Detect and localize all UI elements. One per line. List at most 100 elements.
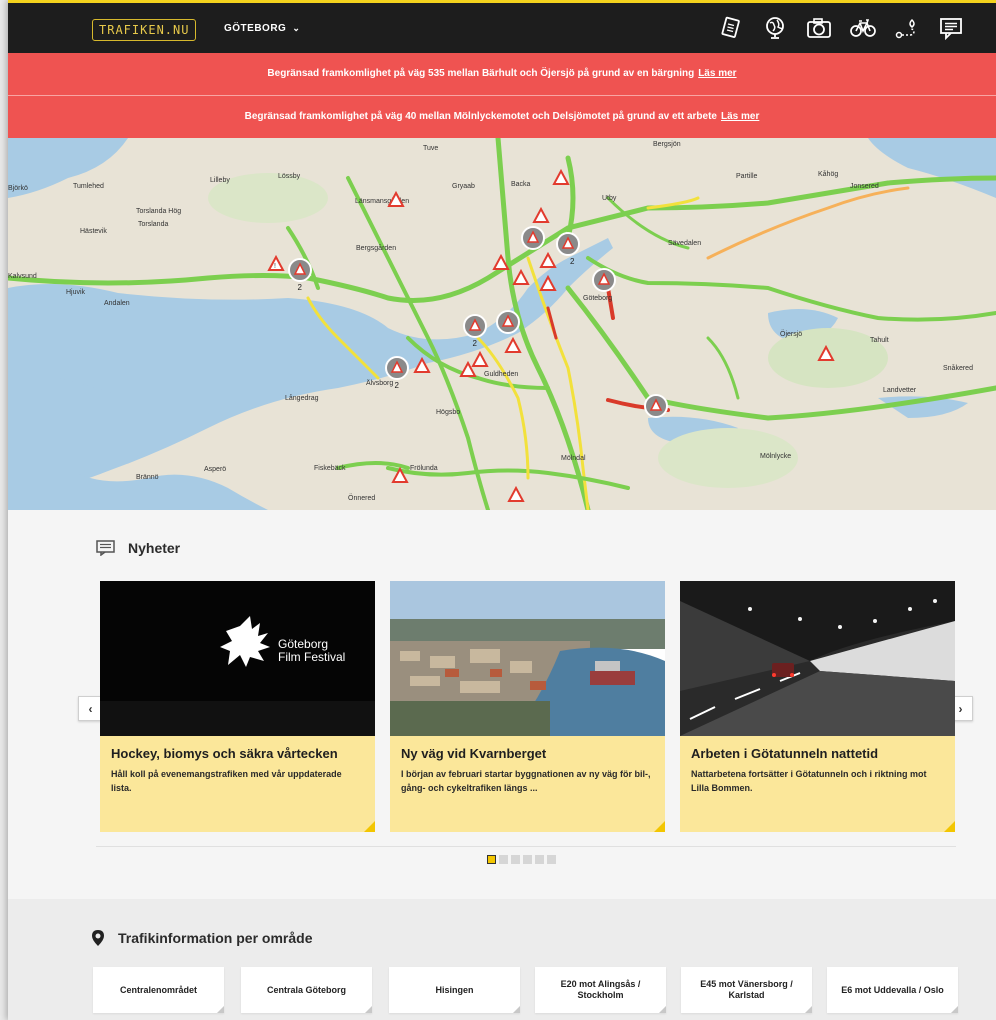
card-corner (364, 821, 375, 832)
place-label: Bergsjön (653, 141, 681, 148)
news-card[interactable]: Arbeten i Götatunneln nattetid Nattarbet… (680, 581, 955, 832)
pagination-dot[interactable] (523, 855, 532, 864)
pagination-dot[interactable] (511, 855, 520, 864)
news-excerpt: Nattarbetena fortsätter i Götatunneln oc… (691, 769, 927, 793)
place-label: Långedrag (285, 394, 319, 402)
area-button[interactable]: Centralenområdet (93, 967, 224, 1013)
divider (96, 846, 956, 847)
header-icons (716, 14, 966, 42)
read-more-link[interactable]: Läs mer (721, 111, 759, 122)
news-card[interactable]: Göteborg Film Festival Hockey, biomys oc… (100, 581, 375, 832)
news-icon[interactable] (716, 14, 746, 42)
place-label: Hästevik (80, 228, 107, 235)
card-corner (365, 1006, 372, 1013)
news-card[interactable]: Ny väg vid Kvarnberget I början av febru… (390, 581, 665, 832)
place-label: Landvetter (883, 387, 917, 394)
area-label: E20 mot Alingsås / Stockholm (560, 979, 641, 1000)
festival-name: Göteborg Film Festival (278, 638, 345, 664)
place-label: Mölndal (561, 455, 586, 462)
traffic-info-header: Trafikinformation per område (92, 930, 312, 946)
place-label: Önnered (348, 494, 375, 502)
news-excerpt: I början av februari startar byggnatione… (401, 769, 651, 793)
card-corner (217, 1006, 224, 1013)
place-label: Björkö (8, 185, 28, 192)
place-label: Tuve (423, 145, 438, 152)
place-label: Torslanda Hög (136, 208, 181, 215)
place-label: Jonsered (850, 183, 879, 190)
area-button[interactable]: E6 mot Uddevalla / Oslo (827, 967, 958, 1013)
top-bar: TRAFIKEN.NU GÖTEBORG ⌄ (8, 0, 996, 53)
news-image (680, 581, 955, 736)
place-label: Asperö (204, 466, 226, 473)
place-label: Sävedalen (668, 240, 701, 247)
place-label: Lössby (278, 173, 301, 180)
card-corner (513, 1006, 520, 1013)
area-label: E6 mot Uddevalla / Oslo (841, 984, 944, 995)
pagination-dot[interactable] (499, 855, 508, 864)
bicycle-icon[interactable] (848, 14, 878, 42)
pagination-dot[interactable] (535, 855, 544, 864)
pagination-dot[interactable] (547, 855, 556, 864)
card-corner (805, 1006, 812, 1013)
map-canvas[interactable]: Björkö Tumlehed Lilleby Lössby Tuve Berg… (8, 138, 996, 510)
lake (868, 138, 996, 198)
news-title: Hockey, biomys och säkra vårtecken (111, 746, 338, 761)
place-label: Frölunda (410, 465, 438, 472)
news-card-body: Arbeten i Götatunneln nattetid Nattarbet… (680, 736, 955, 832)
cluster-count: 2 (570, 257, 575, 266)
place-label: Högsbo (436, 409, 460, 416)
place-label: Tumlehed (73, 183, 104, 190)
place-label: Öjersjö (780, 330, 802, 338)
camera-icon[interactable] (804, 14, 834, 42)
place-label: Andalen (104, 300, 130, 307)
place-label: Tahult (870, 337, 889, 344)
news-title: Arbeten i Götatunneln nattetid (691, 746, 879, 761)
section-title: Nyheter (128, 540, 181, 556)
carousel-pagination (487, 855, 556, 864)
card-corner (654, 821, 665, 832)
card-corner (659, 1006, 666, 1013)
news-card-body: Hockey, biomys och säkra vårtecken Håll … (100, 736, 375, 832)
area-label: Centrala Göteborg (266, 984, 346, 995)
location-pin-icon (92, 930, 104, 946)
alert-text: Begränsad framkomlighet på väg 535 mella… (267, 68, 695, 79)
area-button[interactable]: Centrala Göteborg (241, 967, 372, 1013)
read-more-link[interactable]: Läs mer (698, 68, 736, 79)
cluster-count: 2 (473, 339, 478, 348)
tunnel-photo (680, 581, 955, 736)
place-label: Torslanda (138, 221, 168, 228)
place-label: Guldheden (484, 371, 518, 378)
place-label: Partille (736, 173, 758, 180)
city-label: GÖTEBORG (224, 23, 287, 34)
place-label: Brännö (136, 474, 159, 481)
route-icon[interactable] (892, 14, 922, 42)
message-icon (96, 540, 115, 556)
traffic-alert: Begränsad framkomlighet på väg 40 mellan… (8, 96, 996, 138)
pagination-dot[interactable] (487, 855, 496, 864)
area-button[interactable]: E20 mot Alingsås / Stockholm (535, 967, 666, 1013)
card-corner (944, 821, 955, 832)
news-header: Nyheter (96, 540, 180, 556)
area-label: Hisingen (435, 984, 474, 995)
area-button[interactable]: E45 mot Vänersborg / Karlstad (681, 967, 812, 1013)
message-icon[interactable] (936, 14, 966, 42)
area-label: E45 mot Vänersborg / Karlstad (700, 979, 793, 1000)
place-label: Fiskebäck (314, 465, 346, 472)
area-button[interactable]: Hisingen (389, 967, 520, 1013)
site-logo[interactable]: TRAFIKEN.NU (92, 19, 197, 41)
city-selector[interactable]: GÖTEBORG ⌄ (224, 23, 300, 34)
place-label: Gryaab (452, 183, 475, 190)
globe-icon[interactable] (760, 14, 790, 42)
place-label: Kåhög (818, 170, 838, 178)
place-label: Bergsgården (356, 244, 396, 252)
place-label: Backa (511, 181, 531, 188)
place-label: Hjuvik (66, 289, 86, 296)
traffic-map[interactable]: Björkö Tumlehed Lilleby Lössby Tuve Berg… (8, 138, 996, 510)
section-title: Trafikinformation per område (118, 930, 313, 946)
news-image: Göteborg Film Festival (100, 581, 375, 736)
alert-text: Begränsad framkomlighet på väg 40 mellan… (244, 111, 717, 122)
page: TRAFIKEN.NU GÖTEBORG ⌄ Begränsad framkom… (8, 0, 996, 1020)
sea-south (8, 454, 268, 510)
area-label: Centralenområdet (119, 984, 198, 995)
news-title: Ny väg vid Kvarnberget (401, 746, 547, 761)
